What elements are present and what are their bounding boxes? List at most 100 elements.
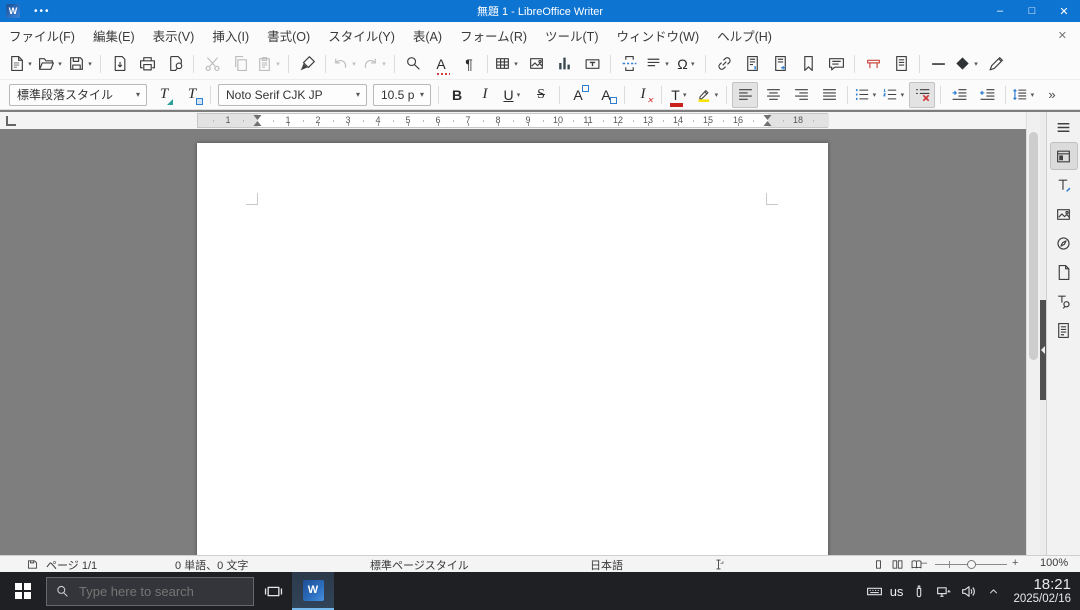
export-pdf-button[interactable] — [106, 51, 132, 77]
sidebar-tab-styles[interactable] — [1050, 171, 1078, 199]
minimize-button[interactable]: – — [984, 0, 1016, 22]
paste-dropdown-arrow[interactable]: ▾ — [274, 60, 282, 68]
tray-expand-chevron-icon[interactable] — [981, 572, 1006, 610]
redo-dropdown-arrow[interactable]: ▾ — [380, 60, 388, 68]
sidebar-tab-style-inspector[interactable] — [1050, 287, 1078, 315]
font-color-dropdown-arrow[interactable]: ▾ — [681, 91, 689, 99]
paste-button[interactable]: ▾ — [255, 51, 283, 77]
ordered-list-dropdown-arrow[interactable]: ▾ — [899, 91, 906, 99]
sidebar-tab-page[interactable] — [1050, 258, 1078, 286]
zoom-in-button[interactable]: + — [1012, 557, 1018, 569]
undo-button[interactable]: ▾ — [331, 51, 359, 77]
new-document-dropdown-arrow[interactable]: ▾ — [26, 60, 34, 68]
maximize-button[interactable]: □ — [1016, 0, 1048, 22]
writer-app-icon[interactable]: W — [6, 4, 20, 18]
align-center-button[interactable] — [760, 82, 786, 108]
horizontal-line-button[interactable] — [925, 51, 951, 77]
basic-shapes-button[interactable]: ▾ — [953, 51, 981, 77]
align-right-button[interactable] — [788, 82, 814, 108]
search-input[interactable] — [77, 583, 241, 600]
insert-hyperlink-button[interactable] — [711, 51, 737, 77]
update-style[interactable]: T — [151, 82, 177, 108]
taskbar-writer-button[interactable]: W — [292, 572, 334, 610]
copy-button[interactable] — [227, 51, 253, 77]
basic-shapes-dropdown-arrow[interactable]: ▾ — [972, 60, 980, 68]
insert-image-button[interactable] — [523, 51, 549, 77]
insert-endnote-button[interactable] — [767, 51, 793, 77]
insert-field-dropdown-arrow[interactable]: ▾ — [663, 60, 671, 68]
spelling[interactable]: A — [428, 51, 454, 77]
menu-書式[interactable]: 書式(O) — [258, 22, 319, 48]
subscript[interactable]: A — [593, 82, 619, 108]
clone-formatting-button[interactable] — [294, 51, 320, 77]
zoom-out-button[interactable]: – — [921, 557, 927, 569]
cut-button[interactable] — [199, 51, 225, 77]
show-track-changes-button[interactable] — [888, 51, 914, 77]
word-count-indicator[interactable]: 0 単語、0 文字 — [175, 557, 248, 573]
paragraph-style-combo[interactable]: 標準段落スタイル▾ — [9, 84, 147, 106]
new-document-button[interactable]: ▾ — [7, 51, 35, 77]
paragraph-style-combo-dropdown-arrow[interactable]: ▾ — [130, 90, 146, 99]
find-and-replace-button[interactable] — [400, 51, 426, 77]
close-document-icon[interactable]: ✕ — [1053, 22, 1072, 48]
sidebar-tab-sidebar-settings[interactable] — [1050, 113, 1078, 141]
special-character-dropdown-arrow[interactable]: ▾ — [689, 60, 697, 68]
open-dropdown-arrow[interactable]: ▾ — [56, 60, 64, 68]
zoom-slider-thumb[interactable] — [967, 560, 976, 569]
special-character[interactable]: Ω▾ — [674, 51, 700, 77]
usb-device-icon[interactable] — [906, 572, 931, 610]
insert-field-button[interactable]: ▾ — [644, 51, 672, 77]
indent-marker[interactable] — [764, 115, 773, 126]
page-style-indicator[interactable]: 標準ページスタイル — [370, 557, 469, 573]
highlight-color-dropdown-arrow[interactable]: ▾ — [713, 91, 720, 99]
insert-bookmark-button[interactable] — [795, 51, 821, 77]
insert-comment-button[interactable] — [823, 51, 849, 77]
scrollbar-thumb[interactable] — [1029, 132, 1038, 360]
unordered-list-button[interactable]: ▾ — [853, 82, 879, 108]
window-group-dots-icon[interactable]: ••• — [34, 6, 51, 17]
clear-formatting[interactable]: I✕ — [630, 82, 656, 108]
underline[interactable]: U▾ — [500, 82, 526, 108]
align-left-button[interactable] — [732, 82, 758, 108]
formatting-marks[interactable]: ¶ — [456, 51, 482, 77]
keyboard-icon[interactable] — [862, 572, 887, 610]
no-list-button[interactable] — [909, 82, 935, 108]
sidebar-tab-properties[interactable] — [1050, 142, 1078, 170]
task-view-button[interactable] — [254, 572, 292, 610]
sidebar-tab-navigator[interactable] — [1050, 229, 1078, 257]
vertical-scrollbar[interactable] — [1026, 112, 1040, 555]
undo-dropdown-arrow[interactable]: ▾ — [350, 60, 358, 68]
record-track-changes-button[interactable] — [860, 51, 886, 77]
line-spacing-button[interactable]: ▾ — [1011, 82, 1037, 108]
network-icon[interactable] — [931, 572, 956, 610]
insert-textbox-button[interactable] — [579, 51, 605, 77]
view-multi-page-icon[interactable] — [891, 558, 904, 571]
sidebar-tab-accessibility-check[interactable] — [1050, 316, 1078, 344]
save-button[interactable]: ▾ — [67, 51, 95, 77]
toolbar-overflow[interactable]: » — [1039, 82, 1065, 108]
menu-編集[interactable]: 編集(E) — [84, 22, 144, 48]
menu-挿入[interactable]: 挿入(I) — [203, 22, 258, 48]
line-spacing-dropdown-arrow[interactable]: ▾ — [1029, 91, 1036, 99]
view-single-page-icon[interactable] — [872, 558, 885, 571]
print-button[interactable] — [134, 51, 160, 77]
volume-icon[interactable] — [956, 572, 981, 610]
menu-ヘルプ[interactable]: ヘルプ(H) — [708, 22, 781, 48]
close-button[interactable]: ✕ — [1048, 0, 1080, 22]
superscript[interactable]: A — [565, 82, 591, 108]
document-page[interactable] — [197, 143, 828, 555]
menu-表[interactable]: 表(A) — [404, 22, 451, 48]
italic[interactable]: I — [472, 82, 498, 108]
tab-stop-selector-icon[interactable] — [6, 116, 16, 126]
increase-indent-button[interactable] — [946, 82, 972, 108]
save-dropdown-arrow[interactable]: ▾ — [86, 60, 94, 68]
keyboard-layout-indicator[interactable]: us — [887, 584, 907, 599]
ordered-list-button[interactable]: ▾ — [881, 82, 907, 108]
menu-フォーム[interactable]: フォーム(R) — [451, 22, 536, 48]
font-name-combo[interactable]: Noto Serif CJK JP▾ — [218, 84, 367, 106]
menu-スタイル[interactable]: スタイル(Y) — [319, 22, 404, 48]
taskbar-clock[interactable]: 18:21 2025/02/16 — [1006, 576, 1080, 606]
zoom-level[interactable]: 100% — [1040, 557, 1068, 569]
language-indicator[interactable]: 日本語 — [590, 557, 623, 573]
page-number-indicator[interactable]: ページ 1/1 — [46, 557, 97, 573]
